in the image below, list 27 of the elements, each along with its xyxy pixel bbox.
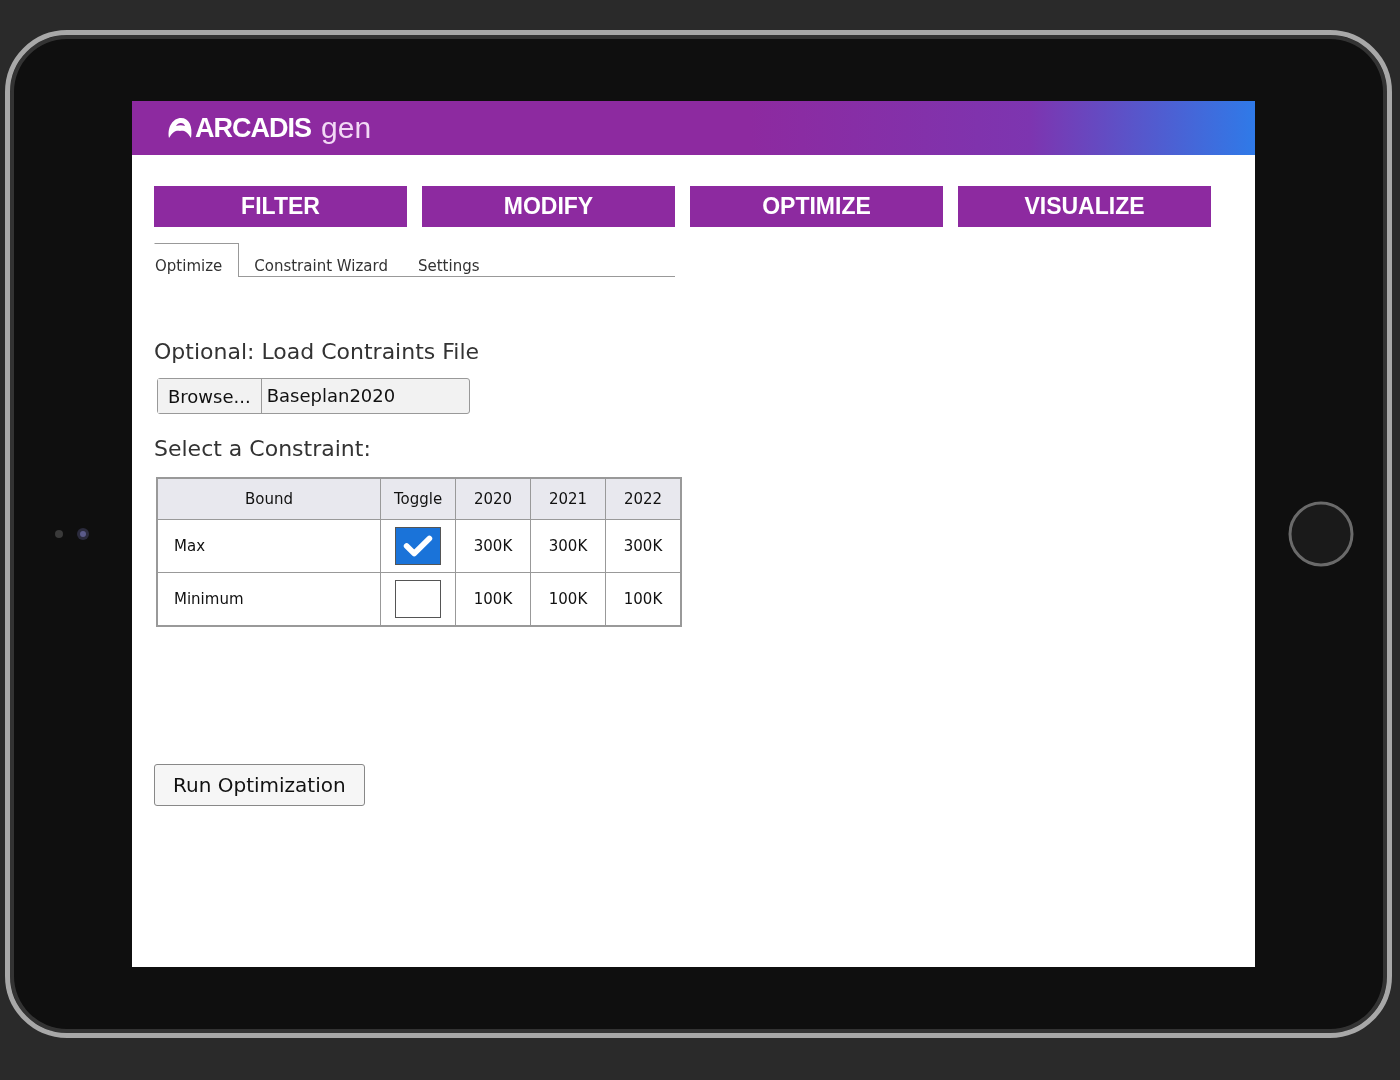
- column-header: Bound: [157, 478, 381, 520]
- column-header: 2021: [530, 478, 606, 520]
- section-heading: Select a Constraint:: [154, 436, 372, 461]
- table-cell: 300K: [455, 519, 531, 573]
- tab[interactable]: Settings: [402, 243, 495, 277]
- section-heading: Optional: Load Contraints File: [154, 339, 481, 364]
- toggle-checkbox[interactable]: [395, 527, 441, 565]
- column-header: 2020: [455, 478, 531, 520]
- column-header: 2022: [605, 478, 681, 520]
- tab[interactable]: Optimize: [154, 243, 240, 277]
- table-cell: 300K: [530, 519, 606, 573]
- nav-button[interactable]: OPTIMIZE: [690, 186, 943, 227]
- nav-button[interactable]: FILTER: [154, 186, 407, 227]
- file-name: Baseplan2020: [265, 384, 397, 408]
- brand-suffix: gen: [321, 111, 372, 145]
- tab[interactable]: Constraint Wizard: [239, 243, 403, 277]
- run-button[interactable]: Run Optimization: [154, 764, 365, 806]
- file-picker[interactable]: Browse... Baseplan2020: [157, 378, 470, 414]
- browse-button[interactable]: Browse...: [158, 379, 262, 413]
- logo-icon: [167, 117, 193, 139]
- nav-button[interactable]: MODIFY: [422, 186, 675, 227]
- toggle-checkbox[interactable]: [395, 580, 441, 618]
- home-button-icon: [1288, 501, 1354, 567]
- column-header: Toggle: [380, 478, 456, 520]
- table-cell: Max: [157, 519, 381, 573]
- brand-name: ARCADIS: [195, 112, 311, 144]
- nav-button[interactable]: VISUALIZE: [958, 186, 1211, 227]
